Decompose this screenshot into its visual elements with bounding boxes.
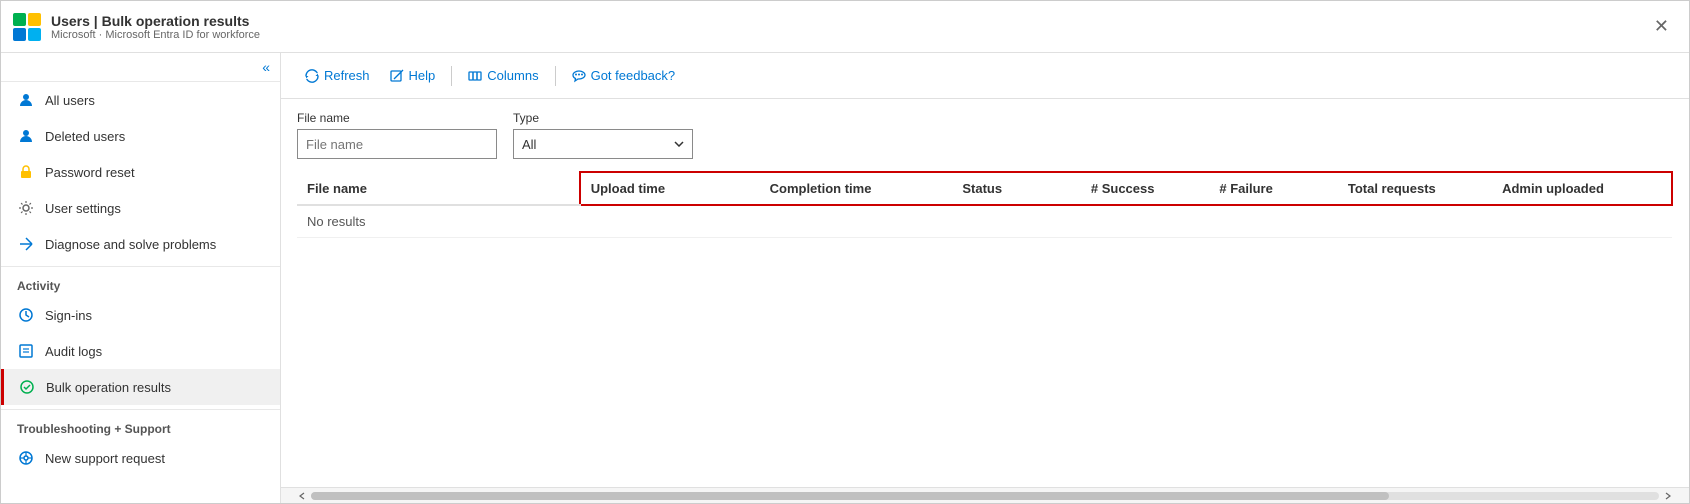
chevron-down-icon [674, 141, 684, 147]
file-name-filter-label: File name [297, 111, 497, 125]
col-status: Status [952, 172, 1081, 205]
scroll-left-arrow[interactable] [297, 491, 307, 501]
sidebar-label-bulk-op: Bulk operation results [46, 380, 171, 395]
diagnose-icon [17, 235, 35, 253]
col-success: # Success [1081, 172, 1210, 205]
new-support-icon [17, 449, 35, 467]
filters-row: File name Type All [281, 99, 1689, 171]
help-label: Help [409, 68, 436, 83]
col-completion-time: Completion time [760, 172, 953, 205]
scrollbar-thumb[interactable] [311, 492, 1389, 500]
sidebar-collapse-button[interactable]: « [262, 59, 270, 75]
sidebar-item-diagnose[interactable]: Diagnose and solve problems [1, 226, 280, 262]
user-settings-icon [17, 199, 35, 217]
title-text: Users | Bulk operation results Microsoft… [51, 13, 260, 41]
sidebar-item-bulk-op[interactable]: Bulk operation results [1, 369, 280, 405]
sidebar-item-deleted-users[interactable]: Deleted users [1, 118, 280, 154]
toolbar: Refresh Help Columns Got feedback? [281, 53, 1689, 99]
activity-section-header: Activity [1, 266, 280, 297]
col-failure: # Failure [1209, 172, 1338, 205]
sidebar-item-all-users[interactable]: All users [1, 82, 280, 118]
sidebar-label-diagnose: Diagnose and solve problems [45, 237, 216, 252]
sidebar-collapse-row: « [1, 53, 280, 82]
toolbar-divider-2 [555, 66, 556, 86]
refresh-label: Refresh [324, 68, 370, 83]
content-area: Refresh Help Columns Got feedback? [281, 53, 1689, 503]
sidebar-item-new-support[interactable]: New support request [1, 440, 280, 476]
columns-button[interactable]: Columns [460, 63, 546, 88]
sidebar-label-audit-logs: Audit logs [45, 344, 102, 359]
sidebar-item-audit-logs[interactable]: Audit logs [1, 333, 280, 369]
page-subtitle: Microsoft · Microsoft Entra ID for workf… [51, 29, 260, 41]
type-select-value: All [522, 137, 536, 152]
sign-ins-icon [17, 306, 35, 324]
feedback-icon [572, 69, 586, 83]
no-results-row: No results [297, 205, 1672, 238]
deleted-users-icon [17, 127, 35, 145]
file-name-input[interactable] [297, 129, 497, 159]
scroll-right-arrow[interactable] [1663, 491, 1673, 501]
sidebar-item-password-reset[interactable]: Password reset [1, 154, 280, 190]
main-layout: « All users Deleted users Password rese [1, 53, 1689, 503]
sidebar-item-sign-ins[interactable]: Sign-ins [1, 297, 280, 333]
type-filter-group: Type All [513, 111, 693, 159]
file-name-filter-group: File name [297, 111, 497, 159]
col-file-name: File name [297, 172, 580, 205]
help-icon [390, 69, 404, 83]
title-bar-left: Users | Bulk operation results Microsoft… [13, 13, 260, 41]
close-button[interactable]: ✕ [1646, 12, 1677, 41]
data-table: File name Upload time Completion time St… [297, 171, 1673, 238]
toolbar-divider-1 [451, 66, 452, 86]
troubleshoot-section-header: Troubleshooting + Support [1, 409, 280, 440]
sidebar-label-password-reset: Password reset [45, 165, 135, 180]
no-results-text: No results [297, 205, 1672, 238]
sidebar: « All users Deleted users Password rese [1, 53, 281, 503]
sidebar-label-all-users: All users [45, 93, 95, 108]
app-logo [13, 13, 41, 41]
type-select[interactable]: All [513, 129, 693, 159]
sidebar-label-deleted-users: Deleted users [45, 129, 125, 144]
app-container: Users | Bulk operation results Microsoft… [0, 0, 1690, 504]
password-reset-icon [17, 163, 35, 181]
table-header-row: File name Upload time Completion time St… [297, 172, 1672, 205]
audit-logs-icon [17, 342, 35, 360]
sidebar-label-new-support: New support request [45, 451, 165, 466]
logo-sq-1 [13, 13, 26, 26]
table-container: File name Upload time Completion time St… [281, 171, 1689, 487]
logo-sq-4 [28, 28, 41, 41]
feedback-label: Got feedback? [591, 68, 676, 83]
type-filter-label: Type [513, 111, 693, 125]
refresh-button[interactable]: Refresh [297, 63, 378, 88]
horizontal-scrollbar[interactable] [281, 487, 1689, 503]
col-upload-time: Upload time [580, 172, 760, 205]
sidebar-label-user-settings: User settings [45, 201, 121, 216]
logo-sq-2 [28, 13, 41, 26]
title-bar: Users | Bulk operation results Microsoft… [1, 1, 1689, 53]
help-button[interactable]: Help [382, 63, 444, 88]
sidebar-label-sign-ins: Sign-ins [45, 308, 92, 323]
bulk-op-icon [18, 378, 36, 396]
refresh-icon [305, 69, 319, 83]
logo-sq-3 [13, 28, 26, 41]
columns-label: Columns [487, 68, 538, 83]
page-title: Users | Bulk operation results [51, 13, 260, 29]
scrollbar-track[interactable] [311, 492, 1659, 500]
feedback-button[interactable]: Got feedback? [564, 63, 684, 88]
col-total-requests: Total requests [1338, 172, 1492, 205]
columns-icon [468, 69, 482, 83]
col-admin-uploaded: Admin uploaded [1492, 172, 1672, 205]
sidebar-item-user-settings[interactable]: User settings [1, 190, 280, 226]
all-users-icon [17, 91, 35, 109]
